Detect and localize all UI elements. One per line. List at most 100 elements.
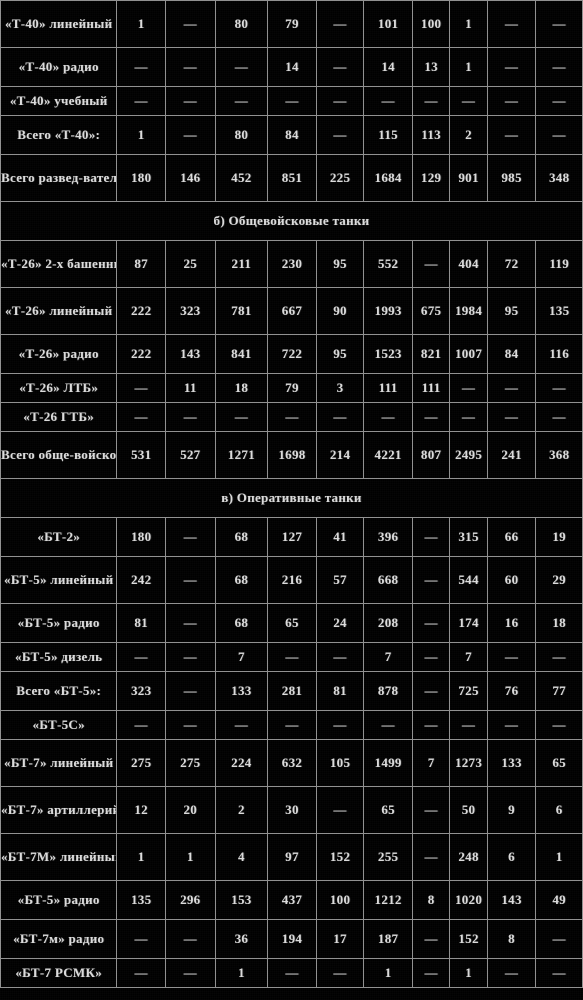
section-heading: в) Оперативные танки: [0, 478, 583, 518]
table-cell: —: [116, 919, 166, 959]
table-row: «БТ-5» радио 81—68 65 24 208—174 16 18: [0, 603, 583, 643]
table-cell: 1212: [363, 880, 413, 920]
row-label: «БТ-5» дизель: [0, 642, 118, 672]
row-label: «Т-26» линейный: [0, 287, 118, 335]
table-cell: —: [164, 919, 216, 959]
table-cell: 79: [267, 373, 317, 403]
table-cell: 95: [486, 287, 537, 335]
table-cell: 90: [315, 287, 365, 335]
table-cell: —: [214, 402, 269, 432]
table-cell: —: [486, 373, 537, 403]
table-cell: 807: [411, 431, 451, 479]
section-heading-row: б) Общевойсковые танки: [0, 201, 583, 241]
table-cell: 13: [411, 47, 451, 87]
table-cell: 50: [449, 786, 488, 834]
table-cell: 668: [363, 556, 413, 604]
table-cell: —: [164, 402, 216, 432]
table-cell: 1: [449, 958, 488, 988]
table-cell: 84: [267, 115, 317, 155]
table-cell: 211: [214, 240, 269, 288]
table-cell: —: [315, 710, 365, 740]
table-cell: 1: [116, 0, 166, 48]
table-cell: —: [411, 402, 451, 432]
table-cell: 12: [116, 786, 166, 834]
table-row: «БТ-5» дизель — —7— —7—7— —: [0, 642, 583, 672]
table-cell: 7: [214, 642, 269, 672]
table-cell: 17: [315, 919, 365, 959]
table-cell: 255: [363, 833, 413, 881]
table-cell: —: [267, 402, 317, 432]
table-cell: —: [116, 47, 166, 87]
table-cell: —: [116, 642, 166, 672]
table-cell: 135: [535, 287, 583, 335]
table-cell: 113: [411, 115, 451, 155]
table-cell: 222: [116, 287, 166, 335]
table-row: «Т-26» 2-х башенный872521123095552—40472…: [0, 240, 583, 288]
table-cell: 174: [449, 603, 488, 643]
row-label: «БТ-7м» радио: [0, 919, 118, 959]
table-row: «БТ-7м» радио — —36 194 17 187—152 8—: [0, 919, 583, 959]
table-cell: 675: [411, 287, 451, 335]
row-label: Всего «Т-40»:: [0, 115, 118, 155]
row-label: «БТ-2»: [0, 517, 118, 557]
table-cell: —: [116, 373, 166, 403]
table-cell: —: [411, 517, 451, 557]
table-cell: 18: [214, 373, 269, 403]
row-label: Всего обще-войсковых:: [0, 431, 118, 479]
table-cell: —: [164, 0, 216, 48]
table-cell: —: [363, 402, 413, 432]
row-label: «Т-40» линейный: [0, 0, 118, 48]
table-cell: 404: [449, 240, 488, 288]
table-cell: —: [164, 671, 216, 711]
table-cell: 80: [214, 115, 269, 155]
table-cell: 60: [486, 556, 537, 604]
table-cell: 24: [315, 603, 365, 643]
table-cell: —: [486, 115, 537, 155]
table-cell: —: [411, 786, 451, 834]
table-cell: —: [164, 556, 216, 604]
table-cell: —: [267, 958, 317, 988]
table-cell: 1271: [214, 431, 269, 479]
table-cell: 281: [267, 671, 317, 711]
table-cell: 6: [486, 833, 537, 881]
table-cell: 95: [315, 240, 365, 288]
row-label: «БТ-5» радио: [0, 603, 118, 643]
row-label: Всего развед-вательных: [0, 154, 118, 202]
table-row: «Т-26» ЛТБ» —11 18 79 3 111 111— — —: [0, 373, 583, 403]
table-row: Всего «Т-40»: 1—80 84—115 113 2— —: [0, 115, 583, 155]
table-cell: —: [535, 919, 583, 959]
table-cell: 1: [214, 958, 269, 988]
table-cell: 81: [315, 671, 365, 711]
row-label: «БТ-7 РСМК»: [0, 958, 118, 988]
table-cell: 152: [315, 833, 365, 881]
table-cell: 111: [363, 373, 413, 403]
table-cell: 100: [411, 0, 451, 48]
table-row: «БТ-7» артиллерийский1220230—65—5096: [0, 786, 583, 834]
table-cell: 275: [116, 739, 166, 787]
row-label: «БТ-7» линейный: [0, 739, 118, 787]
table-cell: 527: [164, 431, 216, 479]
table-cell: 7: [363, 642, 413, 672]
table-cell: 7: [449, 642, 488, 672]
table-cell: —: [267, 86, 317, 116]
table-cell: 187: [363, 919, 413, 959]
table-cell: 552: [363, 240, 413, 288]
row-label: «БТ-5» линейный: [0, 556, 118, 604]
table-cell: —: [116, 402, 166, 432]
table-cell: 180: [116, 154, 166, 202]
table-cell: 315: [449, 517, 488, 557]
table-cell: —: [116, 710, 166, 740]
table-cell: 66: [486, 517, 537, 557]
table-cell: 544: [449, 556, 488, 604]
row-label: «Т-26» радио: [0, 334, 118, 374]
table-cell: 821: [411, 334, 451, 374]
row-label: «Т-40» учебный: [0, 86, 118, 116]
table-cell: —: [214, 47, 269, 87]
table-cell: —: [315, 0, 365, 48]
table-cell: —: [164, 710, 216, 740]
table-cell: —: [486, 710, 537, 740]
table-cell: —: [411, 240, 451, 288]
table-cell: —: [116, 86, 166, 116]
table-cell: 242: [116, 556, 166, 604]
table-cell: 1499: [363, 739, 413, 787]
